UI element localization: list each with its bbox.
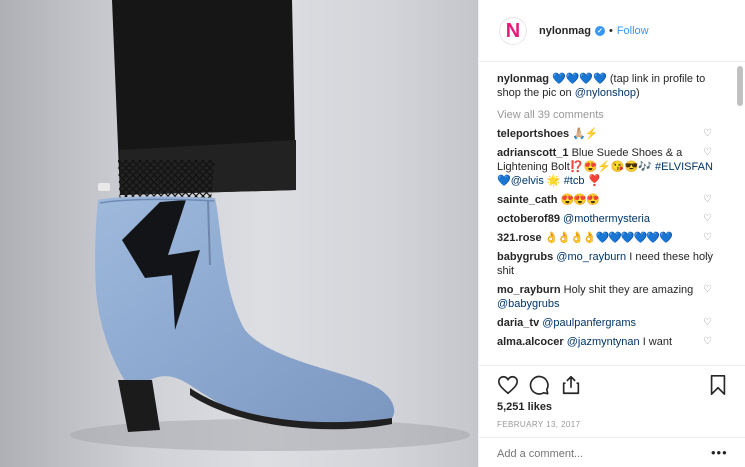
more-options-icon[interactable]: •••: [711, 446, 728, 459]
add-comment-bar: •••: [479, 437, 745, 467]
comment-like-icon[interactable]: ♡: [703, 212, 712, 226]
comment-text: Holy shit they are amazing: [563, 284, 694, 296]
comment-item: octoberof89 @mothermysteria ♡: [497, 212, 719, 226]
share-icon[interactable]: [560, 374, 582, 396]
comment-text: 🌟: [543, 175, 564, 187]
comment-username[interactable]: sainte_cath: [497, 194, 558, 206]
comment-text: 🙏🏼⚡️: [572, 128, 598, 140]
caption-suffix: ): [636, 87, 640, 99]
action-bar: [479, 365, 745, 405]
comment-mention[interactable]: @elvis: [511, 175, 544, 187]
comment-text: 😍😍😍: [560, 194, 600, 206]
comment-item: sainte_cath 😍😍😍 ♡: [497, 193, 719, 207]
comment-mention[interactable]: @mo_rayburn: [556, 251, 626, 263]
comment-like-icon[interactable]: ♡: [703, 250, 712, 264]
comment-text: 👌👌👌👌💙💙💙💙💙💙: [544, 232, 673, 244]
comment-username[interactable]: octoberof89: [497, 213, 560, 225]
comment-item: daria_tv @paulpanfergrams ♡: [497, 316, 719, 330]
post-caption: nylonmag 💙💙💙💙 (tap link in profile to sh…: [497, 72, 719, 100]
heart-icon[interactable]: [497, 374, 519, 396]
comment-username[interactable]: 321.rose: [497, 232, 542, 244]
post-header: N nylonmag ✓ • Follow: [479, 0, 745, 62]
view-all-comments-link[interactable]: View all 39 comments: [497, 108, 741, 122]
header-separator: •: [608, 24, 613, 37]
avatar-logo: N: [505, 19, 521, 42]
comments-list[interactable]: nylonmag 💙💙💙💙 (tap link in profile to sh…: [479, 63, 741, 365]
verified-badge-icon: ✓: [594, 25, 605, 36]
comment-mention[interactable]: @babygrubs: [497, 298, 560, 310]
comment-username[interactable]: mo_rayburn: [497, 284, 561, 296]
comment-item: mo_rayburn Holy shit they are amazing @b…: [497, 283, 719, 311]
post-panel: N nylonmag ✓ • Follow nylonmag 💙💙💙💙 (tap…: [478, 0, 745, 467]
boot-photo-illustration: [70, 0, 470, 451]
comment-like-icon[interactable]: ♡: [703, 193, 712, 207]
caption-emojis: 💙💙💙💙: [552, 73, 607, 85]
comment-icon[interactable]: [528, 374, 550, 396]
comment-like-icon[interactable]: ♡: [703, 316, 712, 330]
comment-text: ❣️: [584, 175, 602, 187]
comment-mention[interactable]: #tcb: [564, 175, 585, 187]
comment-like-icon[interactable]: ♡: [703, 146, 712, 160]
likes-count[interactable]: 5,251 likes: [497, 401, 552, 413]
comment-username[interactable]: babygrubs: [497, 251, 553, 263]
comment-username[interactable]: alma.alcocer: [497, 336, 564, 348]
comment-username[interactable]: adrianscott_1: [497, 147, 569, 159]
post-date: FEBRUARY 13, 2017: [497, 420, 581, 429]
comment-item: teleportshoes 🙏🏼⚡️ ♡: [497, 127, 719, 141]
comment-item: alma.alcocer @jazmyntynan I want ♡: [497, 335, 719, 349]
caption-username[interactable]: nylonmag: [497, 73, 549, 85]
bookmark-icon[interactable]: [707, 374, 729, 396]
verified-check: ✓: [597, 27, 603, 35]
comment-username[interactable]: teleportshoes: [497, 128, 569, 140]
comment-mention[interactable]: @paulpanfergrams: [542, 317, 636, 329]
comment-input[interactable]: [497, 448, 697, 460]
avatar[interactable]: N: [499, 16, 527, 45]
comment-container: teleportshoes 🙏🏼⚡️ ♡ adrianscott_1 Blue Su…: [497, 127, 741, 349]
comment-like-icon[interactable]: ♡: [703, 283, 712, 297]
comment-text: I want: [639, 336, 673, 348]
comment-item: babygrubs @mo_rayburn I need these holy …: [497, 250, 719, 278]
comment-mention[interactable]: @mothermysteria: [563, 213, 650, 225]
comment-mention[interactable]: #ELVISFAN: [655, 161, 713, 173]
comments-scrollbar[interactable]: [737, 66, 743, 106]
comment-item: 321.rose 👌👌👌👌💙💙💙💙💙💙 ♡: [497, 231, 719, 245]
comment-item: adrianscott_1 Blue Suede Shoes & a Light…: [497, 146, 719, 188]
comment-username[interactable]: daria_tv: [497, 317, 539, 329]
follow-button[interactable]: Follow: [617, 25, 649, 37]
header-username[interactable]: nylonmag: [539, 25, 591, 37]
caption-mention[interactable]: @nylonshop: [575, 87, 636, 99]
comment-like-icon[interactable]: ♡: [703, 127, 712, 141]
comment-text: 💙: [497, 175, 511, 187]
comment-like-icon[interactable]: ♡: [703, 335, 712, 349]
post-photo[interactable]: [0, 0, 478, 467]
comment-mention[interactable]: @jazmyntynan: [567, 336, 640, 348]
comment-like-icon[interactable]: ♡: [703, 231, 712, 245]
